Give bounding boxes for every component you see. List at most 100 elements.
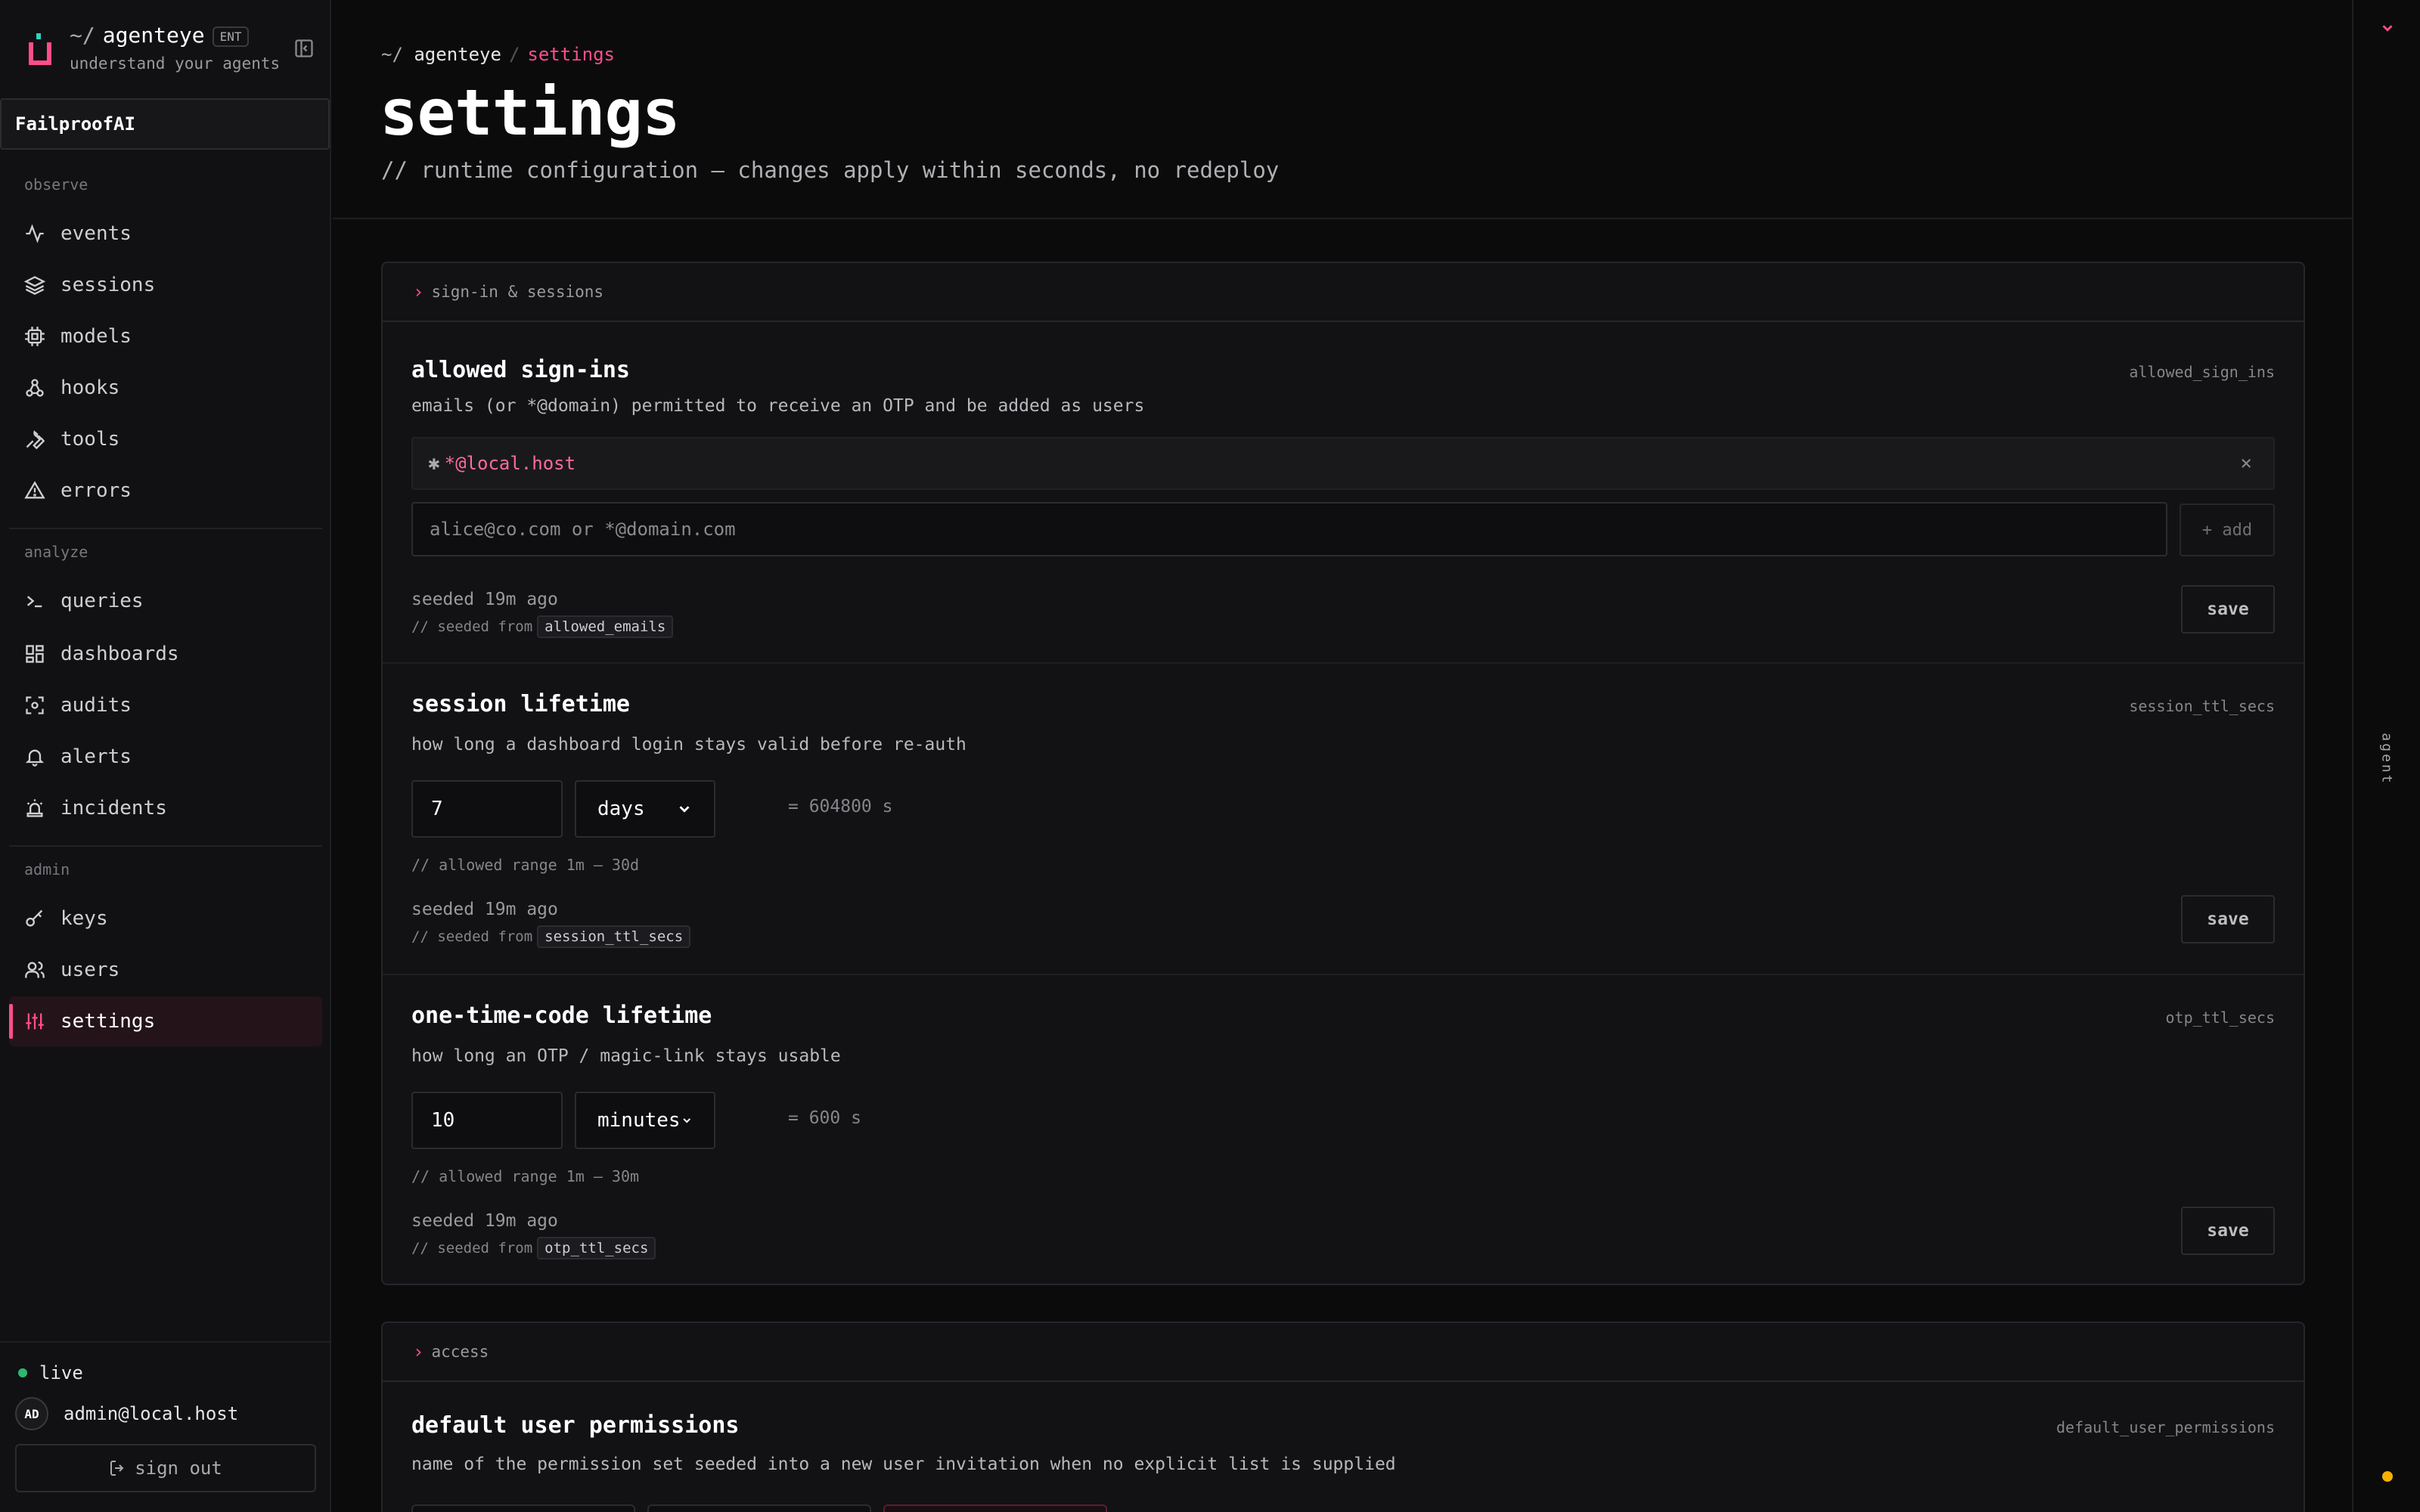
nav-section-observe: observe [24,175,88,194]
org-selector[interactable]: FailproofAI [0,98,330,150]
breadcrumb-project[interactable]: agenteye [414,44,501,65]
nav-label: dashboards [60,643,179,665]
otp-lifetime-unit-select[interactable]: minutes [575,1092,715,1149]
card-header[interactable]: › sign-in & sessions [383,263,2304,322]
chevron-down-icon[interactable] [2379,20,2396,36]
allowed-entry-value: *@local.host [444,453,576,474]
nav-item-keys[interactable]: keys [9,894,322,943]
live-status: live [18,1362,83,1383]
sign-out-button[interactable]: sign out [15,1444,316,1492]
setting-description: name of the permission set seeded into a… [411,1455,1396,1474]
setting-title: default user permissions [411,1412,740,1439]
nav-item-events[interactable]: events [9,209,322,259]
nav-label: queries [60,590,144,612]
session-lifetime-value-input[interactable]: 7 [411,780,563,838]
otp-lifetime-value-input[interactable]: 10 [411,1092,563,1149]
save-button[interactable]: save [2181,895,2275,943]
page-title: settings [380,76,681,150]
nav-label: sessions [60,274,156,296]
nav-label: settings [60,1010,156,1033]
nav-label: hooks [60,376,120,399]
setting-description: how long an OTP / magic-link stays usabl… [411,1046,841,1066]
breadcrumb-prefix: ~/ [381,44,403,65]
collapse-sidebar-icon[interactable] [293,38,315,59]
chevron-right-icon: › [413,281,424,302]
add-entry-button[interactable]: + add [2180,503,2275,556]
unit-value: minutes [597,1109,681,1132]
setting-title: one-time-code lifetime [411,1002,712,1029]
nav-item-audits[interactable]: audits [9,680,322,730]
brand-name: ~/ agenteye ENT [70,23,250,48]
nav-item-hooks[interactable]: hooks [9,363,322,413]
permission-field[interactable] [647,1504,871,1512]
signin-sessions-card: › sign-in & sessions allowed sign-ins al… [381,262,2305,1285]
current-user: AD admin@local.host [15,1397,238,1430]
avatar: AD [15,1397,48,1430]
access-card: › access default user permissions defaul… [381,1321,2305,1512]
layers-icon [24,276,45,295]
brand[interactable]: ~/ agenteye ENT understand your agents [24,21,312,82]
wrench-icon [26,430,45,450]
nav-item-settings[interactable]: settings [9,996,322,1046]
dashboard-icon [26,645,44,663]
allowed-email-input[interactable] [411,502,2167,556]
setting-title: allowed sign-ins [411,357,630,383]
remove-entry-icon[interactable]: × [2240,452,2252,475]
nav-item-models[interactable]: models [9,311,322,361]
nav-item-tools[interactable]: tools [9,414,322,464]
brand-title: agenteye [102,23,205,48]
nav-label: tools [60,428,120,451]
seeded-from: // seeded from otp_ttl_secs [411,1237,656,1259]
breadcrumb: ~/ agenteye / settings [381,44,615,65]
nav-section-admin: admin [24,860,70,878]
nav-item-dashboards[interactable]: dashboards [9,629,322,679]
nav-label: alerts [60,745,132,768]
seconds-equivalent: = 600 s [788,1108,861,1128]
setting-description: how long a dashboard login stays valid b… [411,735,966,754]
status-indicator-icon [2382,1471,2393,1482]
seeded-time: seeded 19m ago [411,590,558,609]
terminal-icon [26,596,42,608]
bell-icon [25,749,45,767]
key-icon [26,909,43,927]
live-label: live [39,1362,83,1383]
agent-panel-toggle[interactable]: agent [2379,733,2395,785]
nav-item-errors[interactable]: errors [9,466,322,516]
brand-tagline: understand your agents [70,54,281,73]
nav-item-queries[interactable]: queries [9,576,322,626]
chevron-right-icon: › [413,1341,424,1362]
chevron-down-icon [679,806,690,813]
scan-icon [26,696,44,714]
seeded-time: seeded 19m ago [411,900,558,919]
nav-item-sessions[interactable]: sessions [9,260,322,310]
setting-key: default_user_permissions [2056,1418,2275,1436]
nav-label: models [60,325,132,348]
setting-title: session lifetime [411,691,630,717]
permission-field-highlighted[interactable] [883,1504,1107,1512]
permission-field[interactable] [411,1504,635,1512]
nav-item-incidents[interactable]: incidents [9,783,322,833]
setting-description: emails (or *@domain) permitted to receiv… [411,396,1145,416]
seconds-equivalent: = 604800 s [788,797,893,816]
brand-prefix: ~/ [70,23,95,48]
nav-divider [9,528,322,529]
session-lifetime-unit-select[interactable]: days [575,780,715,838]
card-header[interactable]: › access [383,1323,2304,1382]
seeded-from-prefix: // seeded from [411,928,533,945]
agent-rail: agent [2352,0,2420,1512]
agenteye-logo [29,33,51,65]
breadcrumb-separator: / [508,44,520,65]
sliders-icon [26,1013,44,1030]
nav-label: audits [60,694,132,717]
nav-label: incidents [60,797,167,820]
seeded-from-prefix: // seeded from [411,1240,533,1256]
live-dot-icon [18,1368,27,1377]
nav-item-alerts[interactable]: alerts [9,732,322,782]
save-button[interactable]: save [2181,585,2275,634]
save-button[interactable]: save [2181,1207,2275,1255]
sidebar: ~/ agenteye ENT understand your agents Fai… [0,0,331,1512]
nav-item-users[interactable]: users [9,945,322,995]
main-content: ~/ agenteye / settings settings // runtime… [333,0,2352,1512]
sidebar-footer: live AD admin@local.host sign out [0,1341,330,1512]
nav-section-analyze: analyze [24,543,88,561]
